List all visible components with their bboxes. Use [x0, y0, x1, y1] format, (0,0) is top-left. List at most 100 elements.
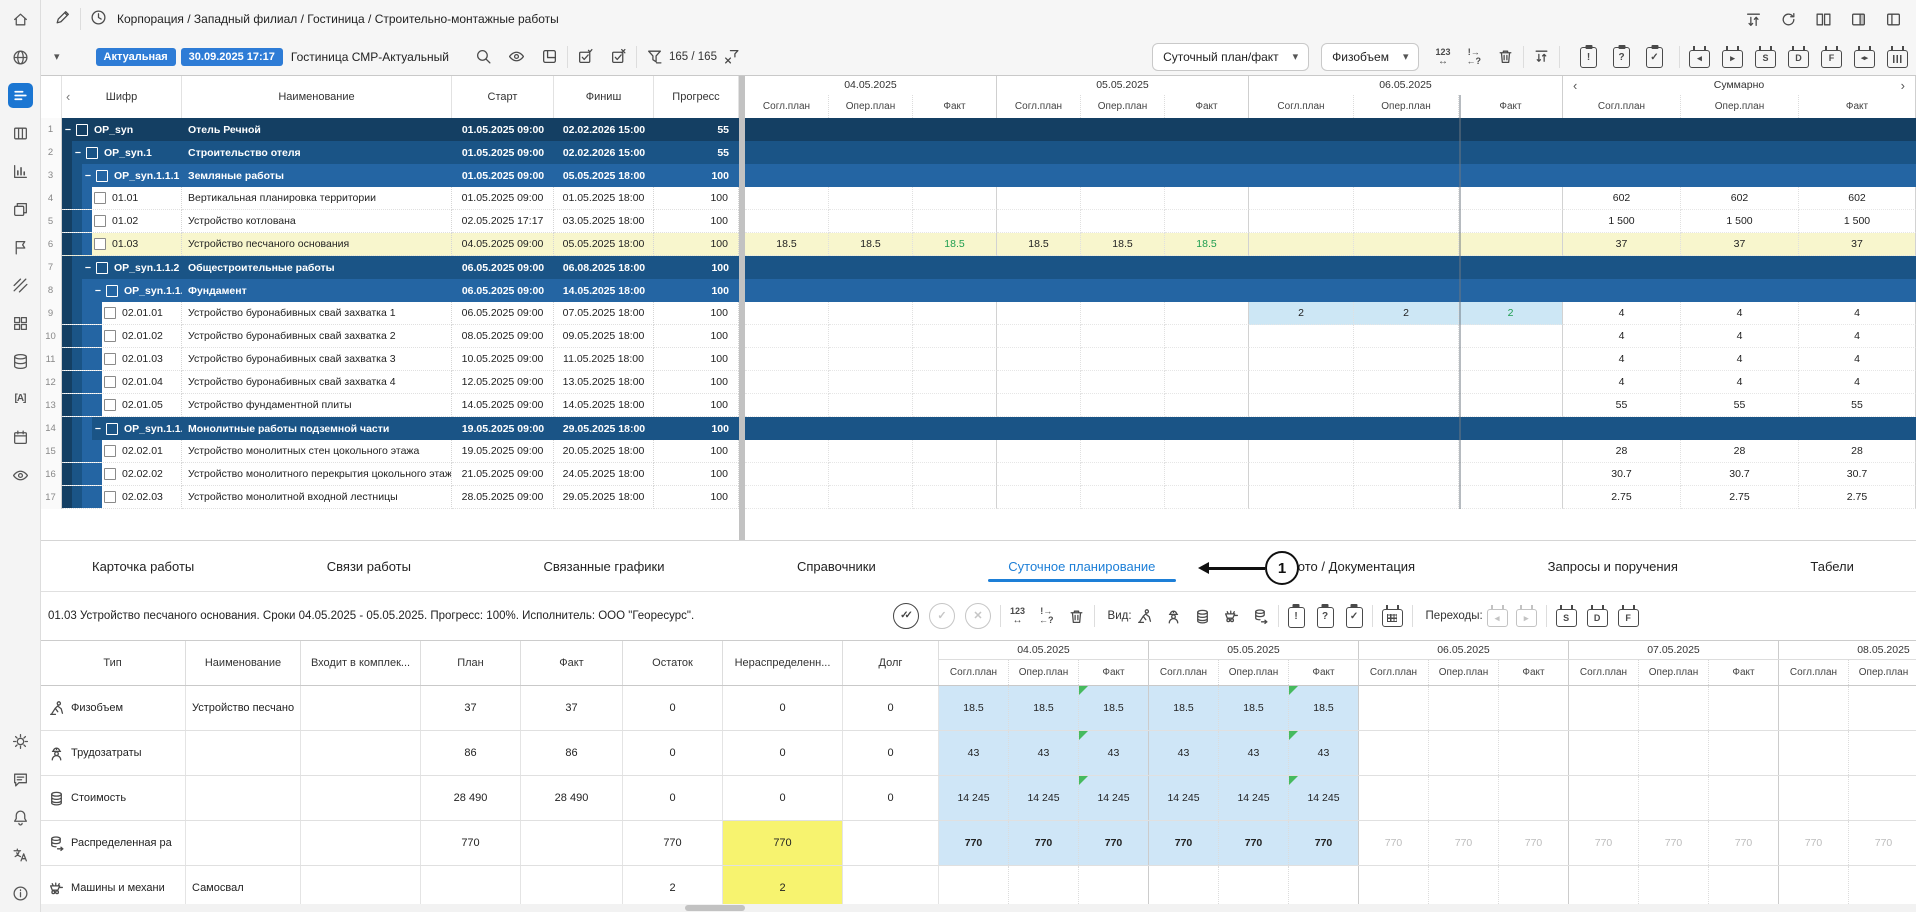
gantt-cell[interactable]	[1165, 348, 1249, 371]
sidebar-item-flag-icon[interactable]	[0, 228, 40, 266]
day-value-cell[interactable]	[1359, 776, 1429, 820]
day-value-cell[interactable]	[1639, 776, 1709, 820]
gantt-cell[interactable]: 2.75	[1799, 486, 1916, 509]
gantt-cell[interactable]	[913, 463, 997, 486]
calendar-range-icon[interactable]: ◂▸	[1854, 46, 1875, 68]
day-value-cell[interactable]	[1499, 776, 1569, 820]
day-value-cell[interactable]: 770	[1289, 821, 1359, 865]
task-row[interactable]: 1602.02.02Устройство монолитного перекры…	[40, 463, 739, 486]
gantt-cell[interactable]	[1249, 440, 1354, 463]
gantt-cell[interactable]: 2.75	[1563, 486, 1681, 509]
gantt-cell[interactable]	[829, 486, 913, 509]
gantt-cell[interactable]: 2	[1459, 302, 1563, 325]
gantt-cell[interactable]	[1081, 187, 1165, 210]
gantt-row[interactable]: 18.518.518.518.518.518.5373737	[745, 233, 1916, 256]
gantt-cell[interactable]	[1165, 394, 1249, 417]
panel-left-icon[interactable]	[1885, 11, 1902, 28]
gantt-cell[interactable]	[1354, 210, 1459, 233]
gantt-cell[interactable]	[1081, 463, 1165, 486]
tab-4[interactable]: Справочники	[795, 545, 878, 588]
gantt-cell[interactable]: 4	[1563, 371, 1681, 394]
row-checkbox[interactable]	[96, 262, 108, 274]
sidebar-item-bell-icon[interactable]	[0, 798, 40, 836]
day-value-cell[interactable]	[1429, 686, 1499, 730]
gantt-cell[interactable]	[1354, 325, 1459, 348]
gantt-row[interactable]: 2.752.752.75	[745, 486, 1916, 509]
gantt-cell[interactable]	[997, 371, 1081, 394]
gantt-cell[interactable]	[745, 394, 829, 417]
panel-right-icon[interactable]	[1850, 11, 1867, 28]
gantt-cell[interactable]	[1459, 325, 1563, 348]
calendar-prev-icon[interactable]: ◂	[1689, 46, 1710, 68]
calendar-d-icon[interactable]: D	[1788, 46, 1809, 68]
gantt-cell[interactable]	[997, 440, 1081, 463]
gantt-cell[interactable]: 602	[1563, 187, 1681, 210]
day-value-cell[interactable]: 43	[1219, 731, 1289, 775]
sidebar-item-comment-icon[interactable]	[0, 760, 40, 798]
gantt-cell[interactable]: 4	[1681, 348, 1799, 371]
gantt-cell[interactable]: 2.75	[1681, 486, 1799, 509]
day-value-cell[interactable]: 43	[1079, 731, 1149, 775]
gantt-cell[interactable]	[1165, 187, 1249, 210]
sidebar-item-info-icon[interactable]	[0, 874, 40, 912]
worker-icon[interactable]	[1136, 608, 1153, 625]
task-row[interactable]: 401.01Вертикальная планировка территории…	[40, 187, 739, 210]
gantt-cell[interactable]: 2	[1354, 302, 1459, 325]
sidebar-item-chart-icon[interactable]	[0, 152, 40, 190]
row-checkbox[interactable]	[104, 353, 116, 365]
task-row[interactable]: 1102.01.03Устройство буронабивных свай з…	[40, 348, 739, 371]
day-value-cell[interactable]: 770	[1639, 821, 1709, 865]
row-checkbox[interactable]	[104, 399, 116, 411]
day-value-cell[interactable]	[1849, 731, 1916, 775]
gantt-cell[interactable]: 18.5	[997, 233, 1081, 256]
day-value-cell[interactable]: 18.5	[1009, 686, 1079, 730]
gantt-cell[interactable]	[913, 486, 997, 509]
sidebar-item-sun-icon[interactable]	[0, 722, 40, 760]
gantt-cell[interactable]: 602	[1681, 187, 1799, 210]
tab-8[interactable]: Табели	[1808, 545, 1856, 588]
gantt-cell[interactable]	[1081, 325, 1165, 348]
clipboard-warning-icon[interactable]: !	[1580, 45, 1597, 68]
gantt-cell[interactable]: 18.5	[745, 233, 829, 256]
gantt-cell[interactable]	[1081, 348, 1165, 371]
gantt-cell[interactable]: 30.7	[1563, 463, 1681, 486]
gantt-cell[interactable]	[913, 302, 997, 325]
calendar-next-icon[interactable]: ▸	[1516, 605, 1537, 627]
truck-icon[interactable]	[1223, 608, 1240, 625]
sidebar-item-calendar-icon[interactable]	[0, 418, 40, 456]
gantt-cell[interactable]	[1165, 302, 1249, 325]
row-checkbox[interactable]	[104, 445, 116, 457]
day-value-cell[interactable]: 18.5	[1079, 686, 1149, 730]
day-value-cell[interactable]: 18.5	[1289, 686, 1359, 730]
resource-row[interactable]: Трудозатраты8686000434343434343	[40, 731, 1916, 776]
gantt-cell[interactable]: 4	[1799, 302, 1916, 325]
gantt-cell[interactable]	[997, 302, 1081, 325]
gantt-cell[interactable]	[1249, 187, 1354, 210]
money-transfer-icon[interactable]	[1252, 608, 1269, 625]
exchange-icon[interactable]: !→←?	[1467, 48, 1482, 66]
gantt-cell[interactable]	[913, 210, 997, 233]
gantt-cell[interactable]	[1249, 348, 1354, 371]
gantt-cell[interactable]: 37	[1563, 233, 1681, 256]
gantt-cell[interactable]	[1459, 233, 1563, 256]
calendar-d-icon[interactable]: D	[1587, 605, 1608, 627]
mode-select[interactable]: Суточный план/факт ▾	[1152, 43, 1309, 71]
calendar-s-icon[interactable]: S	[1755, 46, 1776, 68]
gantt-cell[interactable]	[829, 394, 913, 417]
day-value-cell[interactable]	[1359, 731, 1429, 775]
gantt-cell[interactable]	[1081, 302, 1165, 325]
helmet-icon[interactable]	[1165, 608, 1182, 625]
task-row[interactable]: 1702.02.03Устройство монолитной входной …	[40, 486, 739, 509]
sidebar-item-database-icon[interactable]	[0, 342, 40, 380]
gantt-row[interactable]: 444	[745, 348, 1916, 371]
calendar-prev-icon[interactable]: ◂	[1487, 605, 1508, 627]
gantt-cell[interactable]	[1165, 463, 1249, 486]
gantt-cell[interactable]	[1354, 187, 1459, 210]
clock-icon[interactable]	[90, 9, 107, 26]
gantt-cell[interactable]	[1459, 463, 1563, 486]
gantt-cell[interactable]	[1459, 440, 1563, 463]
sidebar-item-globe-icon[interactable]	[0, 38, 40, 76]
day-value-cell[interactable]	[1709, 686, 1779, 730]
tab-5[interactable]: Суточное планирование	[1006, 545, 1157, 588]
swap-columns-icon[interactable]	[1745, 11, 1762, 28]
